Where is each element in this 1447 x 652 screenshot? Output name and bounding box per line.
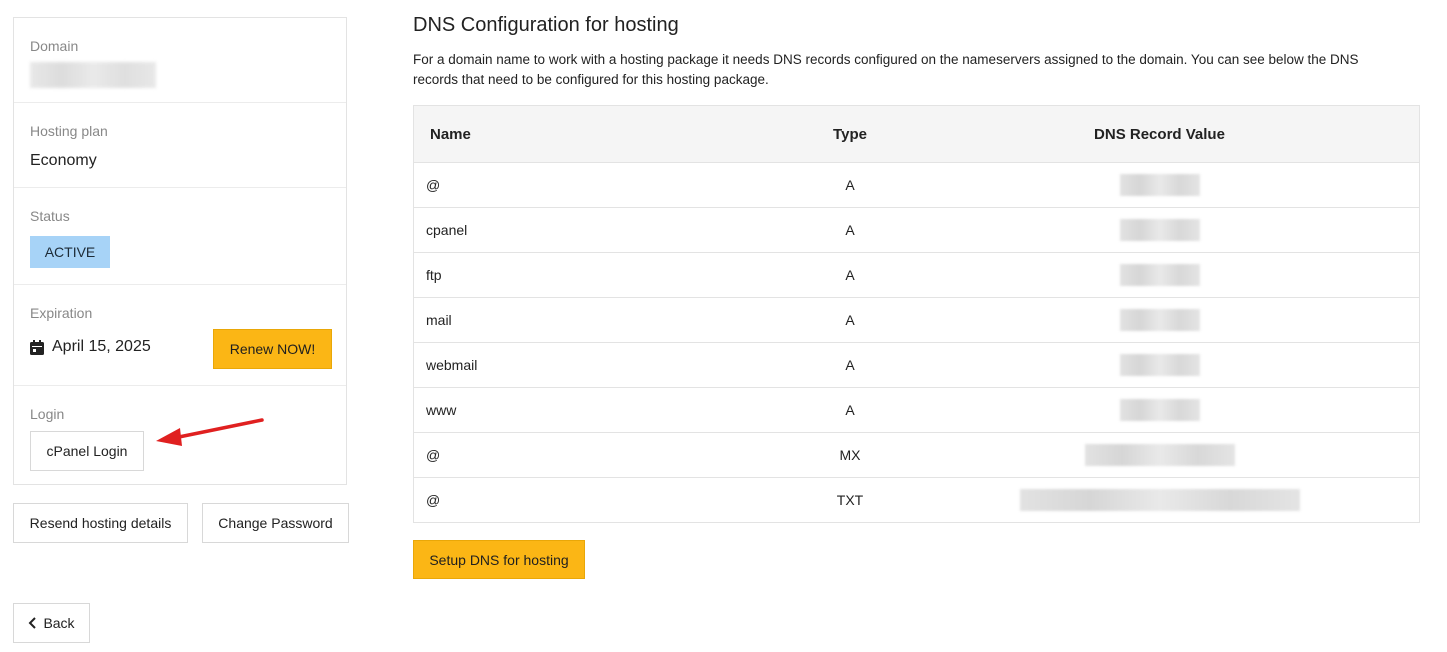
dns-records-table: Name Type DNS Record Value @ A cpanel A … bbox=[413, 105, 1420, 523]
expiration-section: Expiration April 15, 2025 Renew NOW! bbox=[14, 285, 346, 386]
status-label: Status bbox=[30, 208, 70, 224]
row-name: webmail bbox=[413, 342, 800, 388]
table-row: ftp A bbox=[413, 252, 1420, 298]
row-name: ftp bbox=[413, 252, 800, 298]
table-row: cpanel A bbox=[413, 207, 1420, 253]
dns-description: For a domain name to work with a hosting… bbox=[413, 52, 1359, 87]
calendar-icon bbox=[30, 340, 44, 355]
row-type: A bbox=[800, 387, 900, 433]
login-label: Login bbox=[30, 406, 65, 422]
row-value-redacted bbox=[900, 207, 1420, 253]
plan-label: Hosting plan bbox=[30, 123, 108, 139]
table-row: @ MX bbox=[413, 432, 1420, 478]
row-value-redacted bbox=[900, 252, 1420, 298]
header-name: Name bbox=[413, 105, 800, 163]
plan-value: Economy bbox=[30, 152, 97, 169]
row-value-redacted bbox=[900, 387, 1420, 433]
row-type: A bbox=[800, 252, 900, 298]
plan-section: Hosting plan Economy bbox=[14, 103, 346, 188]
renew-now-button[interactable]: Renew NOW! bbox=[213, 329, 332, 369]
row-name: cpanel bbox=[413, 207, 800, 253]
domain-section: Domain bbox=[14, 18, 346, 103]
row-name: @ bbox=[413, 477, 800, 523]
cpanel-login-button[interactable]: cPanel Login bbox=[30, 431, 144, 471]
resend-hosting-details-button[interactable]: Resend hosting details bbox=[13, 503, 188, 543]
expiration-date: April 15, 2025 bbox=[52, 338, 151, 355]
row-value-redacted bbox=[900, 342, 1420, 388]
row-name: mail bbox=[413, 297, 800, 343]
row-value-redacted bbox=[900, 432, 1420, 478]
row-type: MX bbox=[800, 432, 900, 478]
row-name: @ bbox=[413, 432, 800, 478]
row-value-redacted bbox=[900, 297, 1420, 343]
page-title: DNS Configuration for hosting bbox=[413, 14, 679, 36]
table-row: mail A bbox=[413, 297, 1420, 343]
domain-label: Domain bbox=[30, 38, 79, 54]
table-header-row: Name Type DNS Record Value bbox=[413, 105, 1420, 163]
row-type: A bbox=[800, 297, 900, 343]
back-label: Back bbox=[43, 615, 75, 631]
row-type: A bbox=[800, 162, 900, 208]
header-type: Type bbox=[800, 105, 900, 163]
table-row: @ A bbox=[413, 162, 1420, 208]
domain-value-redacted bbox=[30, 62, 156, 88]
setup-dns-button[interactable]: Setup DNS for hosting bbox=[413, 540, 585, 579]
row-type: A bbox=[800, 342, 900, 388]
annotation-arrow bbox=[156, 418, 264, 446]
row-type: TXT bbox=[800, 477, 900, 523]
change-password-button[interactable]: Change Password bbox=[202, 503, 349, 543]
row-name: @ bbox=[413, 162, 800, 208]
table-row: webmail A bbox=[413, 342, 1420, 388]
row-value-redacted bbox=[900, 477, 1420, 523]
status-badge: ACTIVE bbox=[30, 236, 110, 268]
row-type: A bbox=[800, 207, 900, 253]
status-section: Status ACTIVE bbox=[14, 188, 346, 285]
table-row: @ TXT bbox=[413, 477, 1420, 523]
back-button[interactable]: Back bbox=[13, 603, 90, 643]
header-dns-record-value: DNS Record Value bbox=[900, 105, 1420, 163]
row-value-redacted bbox=[900, 162, 1420, 208]
table-row: www A bbox=[413, 387, 1420, 433]
chevron-left-icon bbox=[29, 617, 37, 629]
expiration-label: Expiration bbox=[30, 305, 93, 321]
row-name: www bbox=[413, 387, 800, 433]
